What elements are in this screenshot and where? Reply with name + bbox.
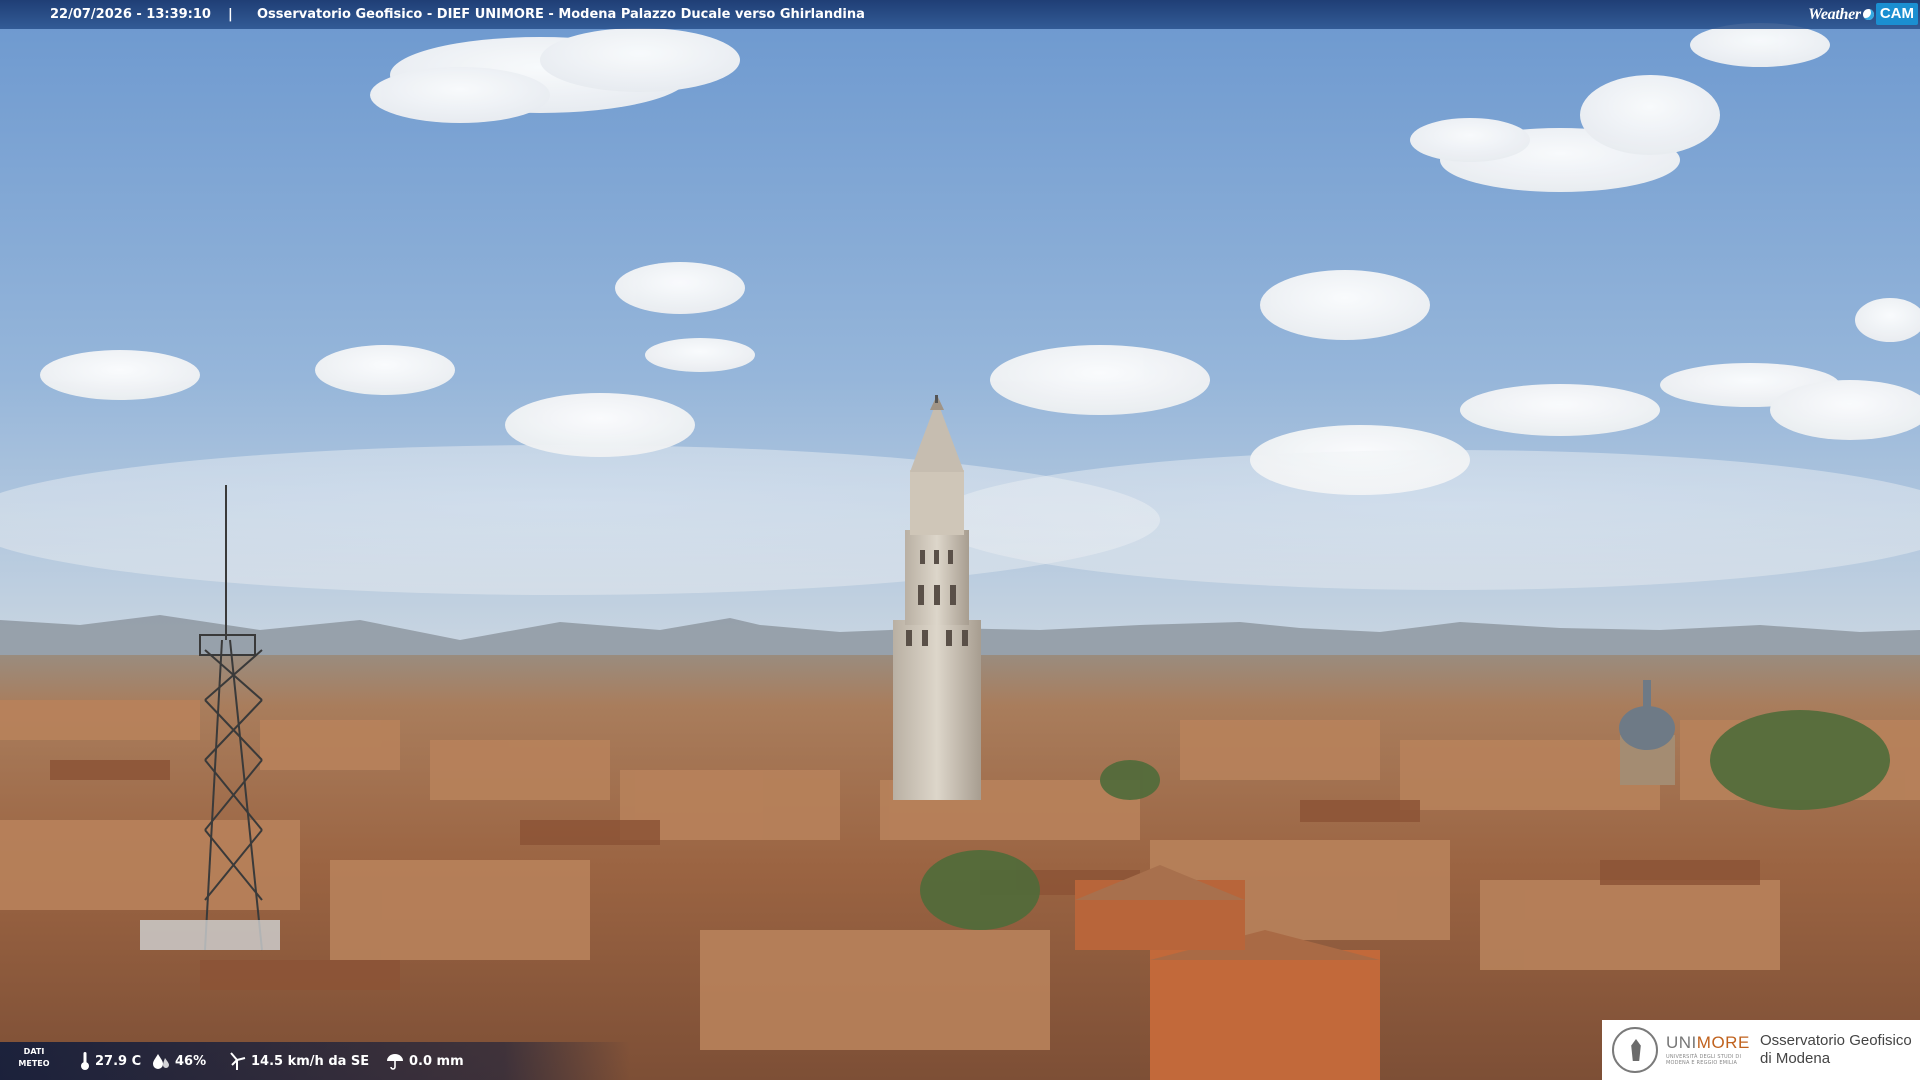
observatory-name-line2: di Modena <box>1760 1050 1831 1067</box>
camera-title: Osservatorio Geofisico - DIEF UNIMORE - … <box>257 7 865 22</box>
humidity-reading: 46% <box>152 1042 206 1080</box>
weathercam-logo-weather: Weather <box>1808 5 1861 23</box>
unimore-brand-more: MORE <box>1696 1033 1750 1052</box>
rain-reading: 0.0 mm <box>386 1042 464 1080</box>
humidity-drops-icon <box>153 1054 169 1069</box>
wind-reading: 14.5 km/h da SE <box>228 1042 369 1080</box>
rain-value: 0.0 mm <box>409 1053 464 1069</box>
weather-data-strip: DATI METEO 27.9 C 46% 14.5 km/h da SE 0.… <box>0 1042 630 1080</box>
timestamp: 22/07/2026 - 13:39:10 <box>50 7 211 22</box>
banner-separator: | <box>228 7 233 22</box>
thermometer-icon <box>81 1052 89 1070</box>
observatory-name-line1: Osservatorio Geofisico <box>1760 1032 1912 1049</box>
weather-data-label: DATI METEO <box>14 1046 54 1070</box>
temperature-value: 27.9 C <box>95 1053 142 1069</box>
unimore-brand: UNIMORE UNIVERSITÀ DEGLI STUDI DI MODENA… <box>1666 1033 1752 1067</box>
weathercam-logo-cam: CAM <box>1875 3 1918 25</box>
title-banner: 22/07/2026 - 13:39:10 | Osservatorio Geo… <box>0 0 1920 29</box>
weather-data-label-line1: DATI <box>23 1047 45 1056</box>
weather-data-label-line2: METEO <box>18 1059 50 1068</box>
university-seal-icon <box>1612 1027 1658 1073</box>
umbrella-icon <box>387 1054 403 1070</box>
observatory-name: Osservatorio Geofisico di Modena <box>1760 1032 1912 1068</box>
temperature-reading: 27.9 C <box>80 1042 141 1080</box>
webcam-photo <box>0 0 1920 1080</box>
unimore-logo-box: UNIMORE UNIVERSITÀ DEGLI STUDI DI MODENA… <box>1602 1020 1920 1080</box>
wind-turbine-icon <box>230 1052 246 1070</box>
weathercam-logo-dot-icon <box>1862 8 1874 20</box>
unimore-brand-uni: UNI <box>1666 1033 1697 1052</box>
unimore-brand-subtitle: UNIVERSITÀ DEGLI STUDI DI MODENA E REGGI… <box>1666 1054 1742 1066</box>
wind-value: 14.5 km/h da SE <box>251 1053 370 1069</box>
weathercam-logo: Weather CAM <box>1808 2 1918 26</box>
humidity-value: 46% <box>175 1053 207 1069</box>
